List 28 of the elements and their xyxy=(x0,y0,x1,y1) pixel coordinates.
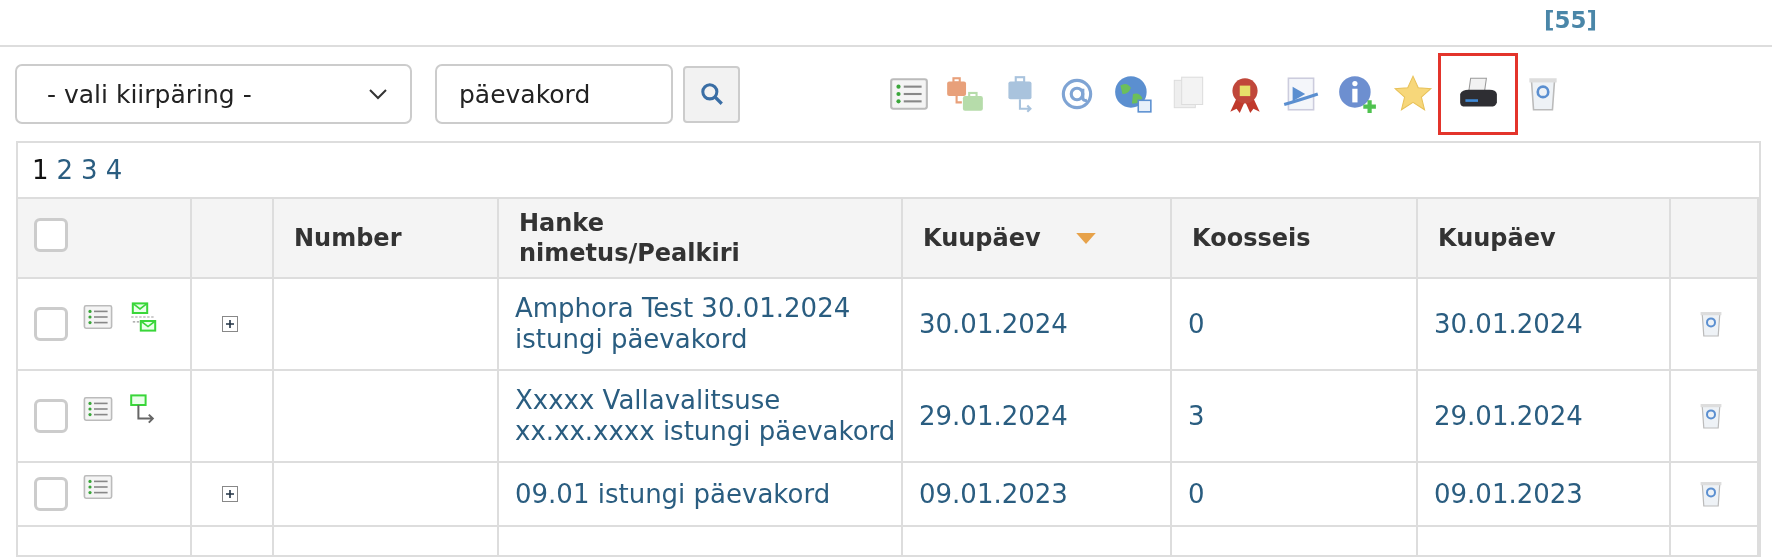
record-count: [55] xyxy=(1543,7,1597,33)
column-header[interactable]: Koosseis xyxy=(1192,224,1311,252)
page-link[interactable]: 1 xyxy=(32,155,49,185)
quick-query-dropdown[interactable]: - vali kiirpäring - xyxy=(15,64,412,124)
count-link[interactable]: 0 xyxy=(1188,478,1205,510)
page-link[interactable]: 4 xyxy=(105,155,123,185)
search-field[interactable]: päevakord xyxy=(435,64,673,124)
row-checkbox[interactable] xyxy=(34,307,68,341)
info-add-icon[interactable] xyxy=(1336,73,1378,115)
expand-icon[interactable] xyxy=(222,316,238,332)
sort-caret-icon[interactable] xyxy=(1074,231,1097,245)
count-link[interactable]: 3 xyxy=(1188,400,1205,432)
column-header[interactable]: Number xyxy=(294,224,402,252)
column-header[interactable]: Kuupäev xyxy=(1438,224,1556,252)
chevron-icon xyxy=(368,88,388,100)
select-all-checkbox[interactable] xyxy=(34,218,68,252)
row-checkbox[interactable] xyxy=(34,399,68,433)
count-link[interactable]: 0 xyxy=(1188,308,1205,340)
column-header[interactable]: Kuupäev xyxy=(923,224,1041,252)
page-link[interactable]: 3 xyxy=(81,155,98,185)
row-checkbox[interactable] xyxy=(34,477,68,511)
search-icon xyxy=(698,81,725,107)
search-button[interactable] xyxy=(683,65,740,123)
expand-icon[interactable] xyxy=(222,486,238,502)
date-link[interactable]: 30.01.2024 xyxy=(919,308,1068,340)
page-link[interactable]: 2 xyxy=(56,155,74,185)
date-link[interactable]: 29.01.2024 xyxy=(919,400,1068,432)
globe-icon[interactable] xyxy=(1112,73,1154,115)
